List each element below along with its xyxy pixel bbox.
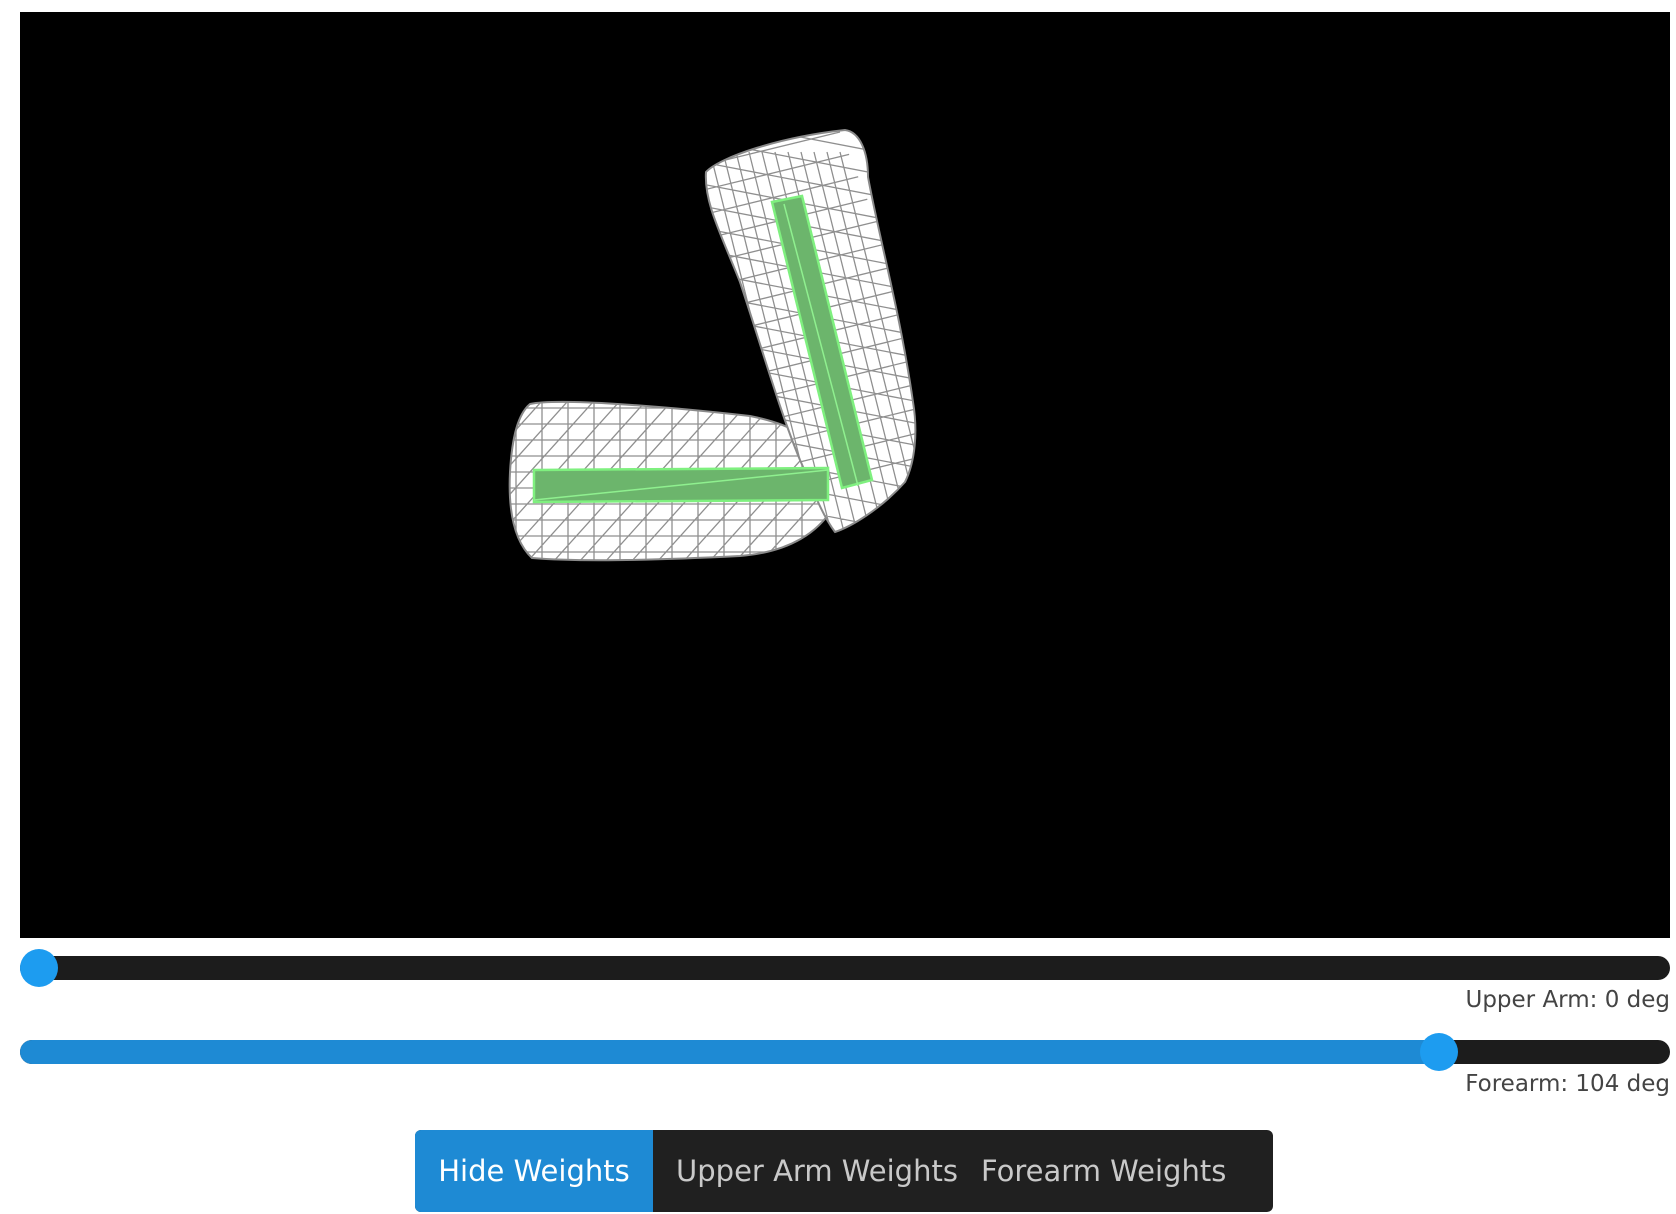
weights-button-group: Hide Weights Upper Arm Weights Forearm W… <box>415 1130 1273 1212</box>
forearm-slider[interactable] <box>20 1033 1670 1071</box>
forearm-bone <box>532 466 830 504</box>
upper-arm-weights-button[interactable]: Upper Arm Weights <box>653 1130 981 1212</box>
hide-weights-button[interactable]: Hide Weights <box>415 1130 653 1212</box>
upper-arm-label: Upper Arm: 0 deg <box>1465 987 1671 1013</box>
forearm-slider-thumb[interactable] <box>1420 1033 1458 1071</box>
forearm-slider-fill <box>20 1040 1439 1064</box>
forearm-weights-button[interactable]: Forearm Weights <box>981 1130 1273 1212</box>
upper-arm-slider[interactable] <box>20 949 1670 987</box>
forearm-label: Forearm: 104 deg <box>1465 1071 1670 1097</box>
3d-viewport[interactable] <box>20 12 1670 938</box>
upper-arm-slider-thumb[interactable] <box>20 949 58 987</box>
arm-mesh-render <box>508 128 917 562</box>
